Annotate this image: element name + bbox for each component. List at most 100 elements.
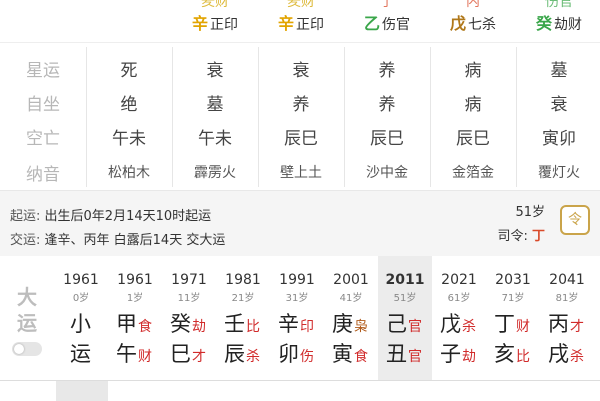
siling: 司令: 丁 xyxy=(497,225,545,244)
dayun-branch: 午财 xyxy=(116,338,152,368)
ganzhi-char: 壬 xyxy=(224,312,245,336)
dayun-section: 大 运 1961 0岁 小 运 1961 1岁 甲食 午财 1971 11岁 癸… xyxy=(0,256,600,400)
ganzhi-char: 亥 xyxy=(494,342,515,366)
dayun-year: 2041 xyxy=(549,272,585,288)
dayun-branch: 卯伤 xyxy=(278,338,314,368)
dayun-column[interactable]: 2021 61岁 戊杀 子劫 xyxy=(432,256,486,380)
dayun-year: 2021 xyxy=(441,272,477,288)
table-cell: 松柏木 xyxy=(108,165,150,181)
ling-icon[interactable]: 令 xyxy=(560,205,590,235)
row-label-kongwang: 空亡 xyxy=(26,129,60,149)
dayun-year: 2001 xyxy=(333,272,369,288)
dayun-stem: 辛印 xyxy=(278,308,314,338)
table-cell: 病 xyxy=(464,95,482,115)
top-cell-2: 羑财 辛正印 xyxy=(258,0,344,42)
table-cell: 养 xyxy=(378,61,396,81)
dayun-stem: 己官 xyxy=(386,308,422,338)
liunian-strip xyxy=(0,380,600,401)
table-cell: 病 xyxy=(464,61,482,81)
dayun-branch: 戌杀 xyxy=(548,338,584,368)
dayun-year: 1981 xyxy=(225,272,261,288)
qiyun-text: 出生后0年2月14天10时起运 xyxy=(44,209,212,224)
top-cell-4: 内 戊七杀 xyxy=(430,0,516,42)
ganzhi-char: 戊 xyxy=(440,312,461,336)
ganzhi-char: 巳 xyxy=(170,342,191,366)
table-cell: 壁上土 xyxy=(280,165,322,181)
row-label-nayin: 纳音 xyxy=(26,165,60,185)
god-tag: 食 xyxy=(138,319,152,335)
dayun-column[interactable]: 1981 21岁 壬比 辰杀 xyxy=(216,256,270,380)
dayun-age: 71岁 xyxy=(501,293,525,304)
ganzhi-char: 甲 xyxy=(116,312,137,336)
god-tag: 食 xyxy=(354,349,368,365)
god-label: 劫财 xyxy=(554,17,582,33)
jiaoyun-text: 逢辛、丙年 白露后14天 交大运 xyxy=(44,233,226,248)
luck-info-panel: 起运: 出生后0年2月14天10时起运 交运: 逢辛、丙年 白露后14天 交大运… xyxy=(0,190,600,257)
god-tag: 才 xyxy=(570,319,584,335)
ganzhi-char: 己 xyxy=(386,312,407,336)
dayun-toggle[interactable] xyxy=(12,342,42,356)
table-cell: 辰巳 xyxy=(284,129,318,149)
dayun-age: 11岁 xyxy=(177,293,201,304)
dayun-stem: 庚枭 xyxy=(332,308,368,338)
dayun-column[interactable]: 1971 11岁 癸劫 巳才 xyxy=(162,256,216,380)
dayun-stem: 丙才 xyxy=(548,308,584,338)
current-age: 51岁 xyxy=(515,205,545,220)
table-cell: 金箔金 xyxy=(452,165,494,181)
ganzhi-char: 运 xyxy=(70,342,91,366)
table-cell: 辰巳 xyxy=(370,129,404,149)
dayun-branch: 丑官 xyxy=(386,338,422,368)
dayun-age: 81岁 xyxy=(555,293,579,304)
dayun-stem: 癸劫 xyxy=(170,308,206,338)
table-cell: 覆灯火 xyxy=(538,165,580,181)
row-label-zizuo: 自坐 xyxy=(26,95,60,115)
god-label: 正印 xyxy=(296,17,324,33)
liunian-highlight xyxy=(56,381,108,401)
ganzhi-char: 丁 xyxy=(494,312,515,336)
top-cell-3: 了 乙伤官 xyxy=(344,0,430,42)
top-cell-1: 羑财 辛正印 xyxy=(172,0,258,42)
dayun-branch: 亥比 xyxy=(494,338,530,368)
dayun-year: 2011 xyxy=(385,272,425,288)
qiyun-label: 起运: xyxy=(10,209,41,224)
dayun-age: 61岁 xyxy=(447,293,471,304)
table-cell: 沙中金 xyxy=(366,165,408,181)
table-cell: 寅卯 xyxy=(542,129,576,149)
ganzhi-char: 庚 xyxy=(332,312,353,336)
row-label-xingyun: 星运 xyxy=(26,61,60,81)
dayun-column[interactable]: 1961 1岁 甲食 午财 xyxy=(108,256,162,380)
dayun-column[interactable]: 2031 71岁 丁财 亥比 xyxy=(486,256,540,380)
ganzhi-char: 戌 xyxy=(548,342,569,366)
dayun-branch: 巳才 xyxy=(170,338,206,368)
god-label: 七杀 xyxy=(468,17,496,33)
ganzhi-char: 小 xyxy=(70,312,91,336)
siling-label: 司令: xyxy=(497,229,528,244)
dayun-column[interactable]: 2001 41岁 庚枭 寅食 xyxy=(324,256,378,380)
dayun-age: 31岁 xyxy=(285,293,309,304)
god-tag: 财 xyxy=(516,319,530,335)
table-cell: 养 xyxy=(292,95,310,115)
dayun-year: 1971 xyxy=(171,272,207,288)
table-cell: 午未 xyxy=(198,129,232,149)
dayun-title-char: 运 xyxy=(17,311,37,335)
god-tag: 枭 xyxy=(354,319,368,335)
dayun-column[interactable]: 1961 0岁 小 运 xyxy=(54,256,108,380)
dayun-stem: 甲食 xyxy=(116,308,152,338)
dayun-branch: 子劫 xyxy=(440,338,476,368)
dayun-column[interactable]: 1991 31岁 辛印 卯伤 xyxy=(270,256,324,380)
ganzhi-char: 卯 xyxy=(278,342,299,366)
table-cell: 墓 xyxy=(206,95,224,115)
god-tag: 财 xyxy=(138,349,152,365)
ganzhi-char: 辛 xyxy=(278,312,299,336)
dayun-branch: 辰杀 xyxy=(224,338,260,368)
table-cell: 辰巳 xyxy=(456,129,490,149)
stem-char: 戊 xyxy=(449,14,466,33)
stem-char: 乙 xyxy=(363,14,380,33)
dayun-year: 1991 xyxy=(279,272,315,288)
god-tag: 比 xyxy=(246,319,260,335)
dayun-column-current[interactable]: 2011 51岁 己官 丑官 xyxy=(378,256,432,380)
dayun-column[interactable]: 2041 81岁 丙才 戌杀 xyxy=(540,256,594,380)
ganzhi-char: 丑 xyxy=(386,342,407,366)
table-cell: 午未 xyxy=(112,129,146,149)
table-cell: 死 xyxy=(120,61,138,81)
